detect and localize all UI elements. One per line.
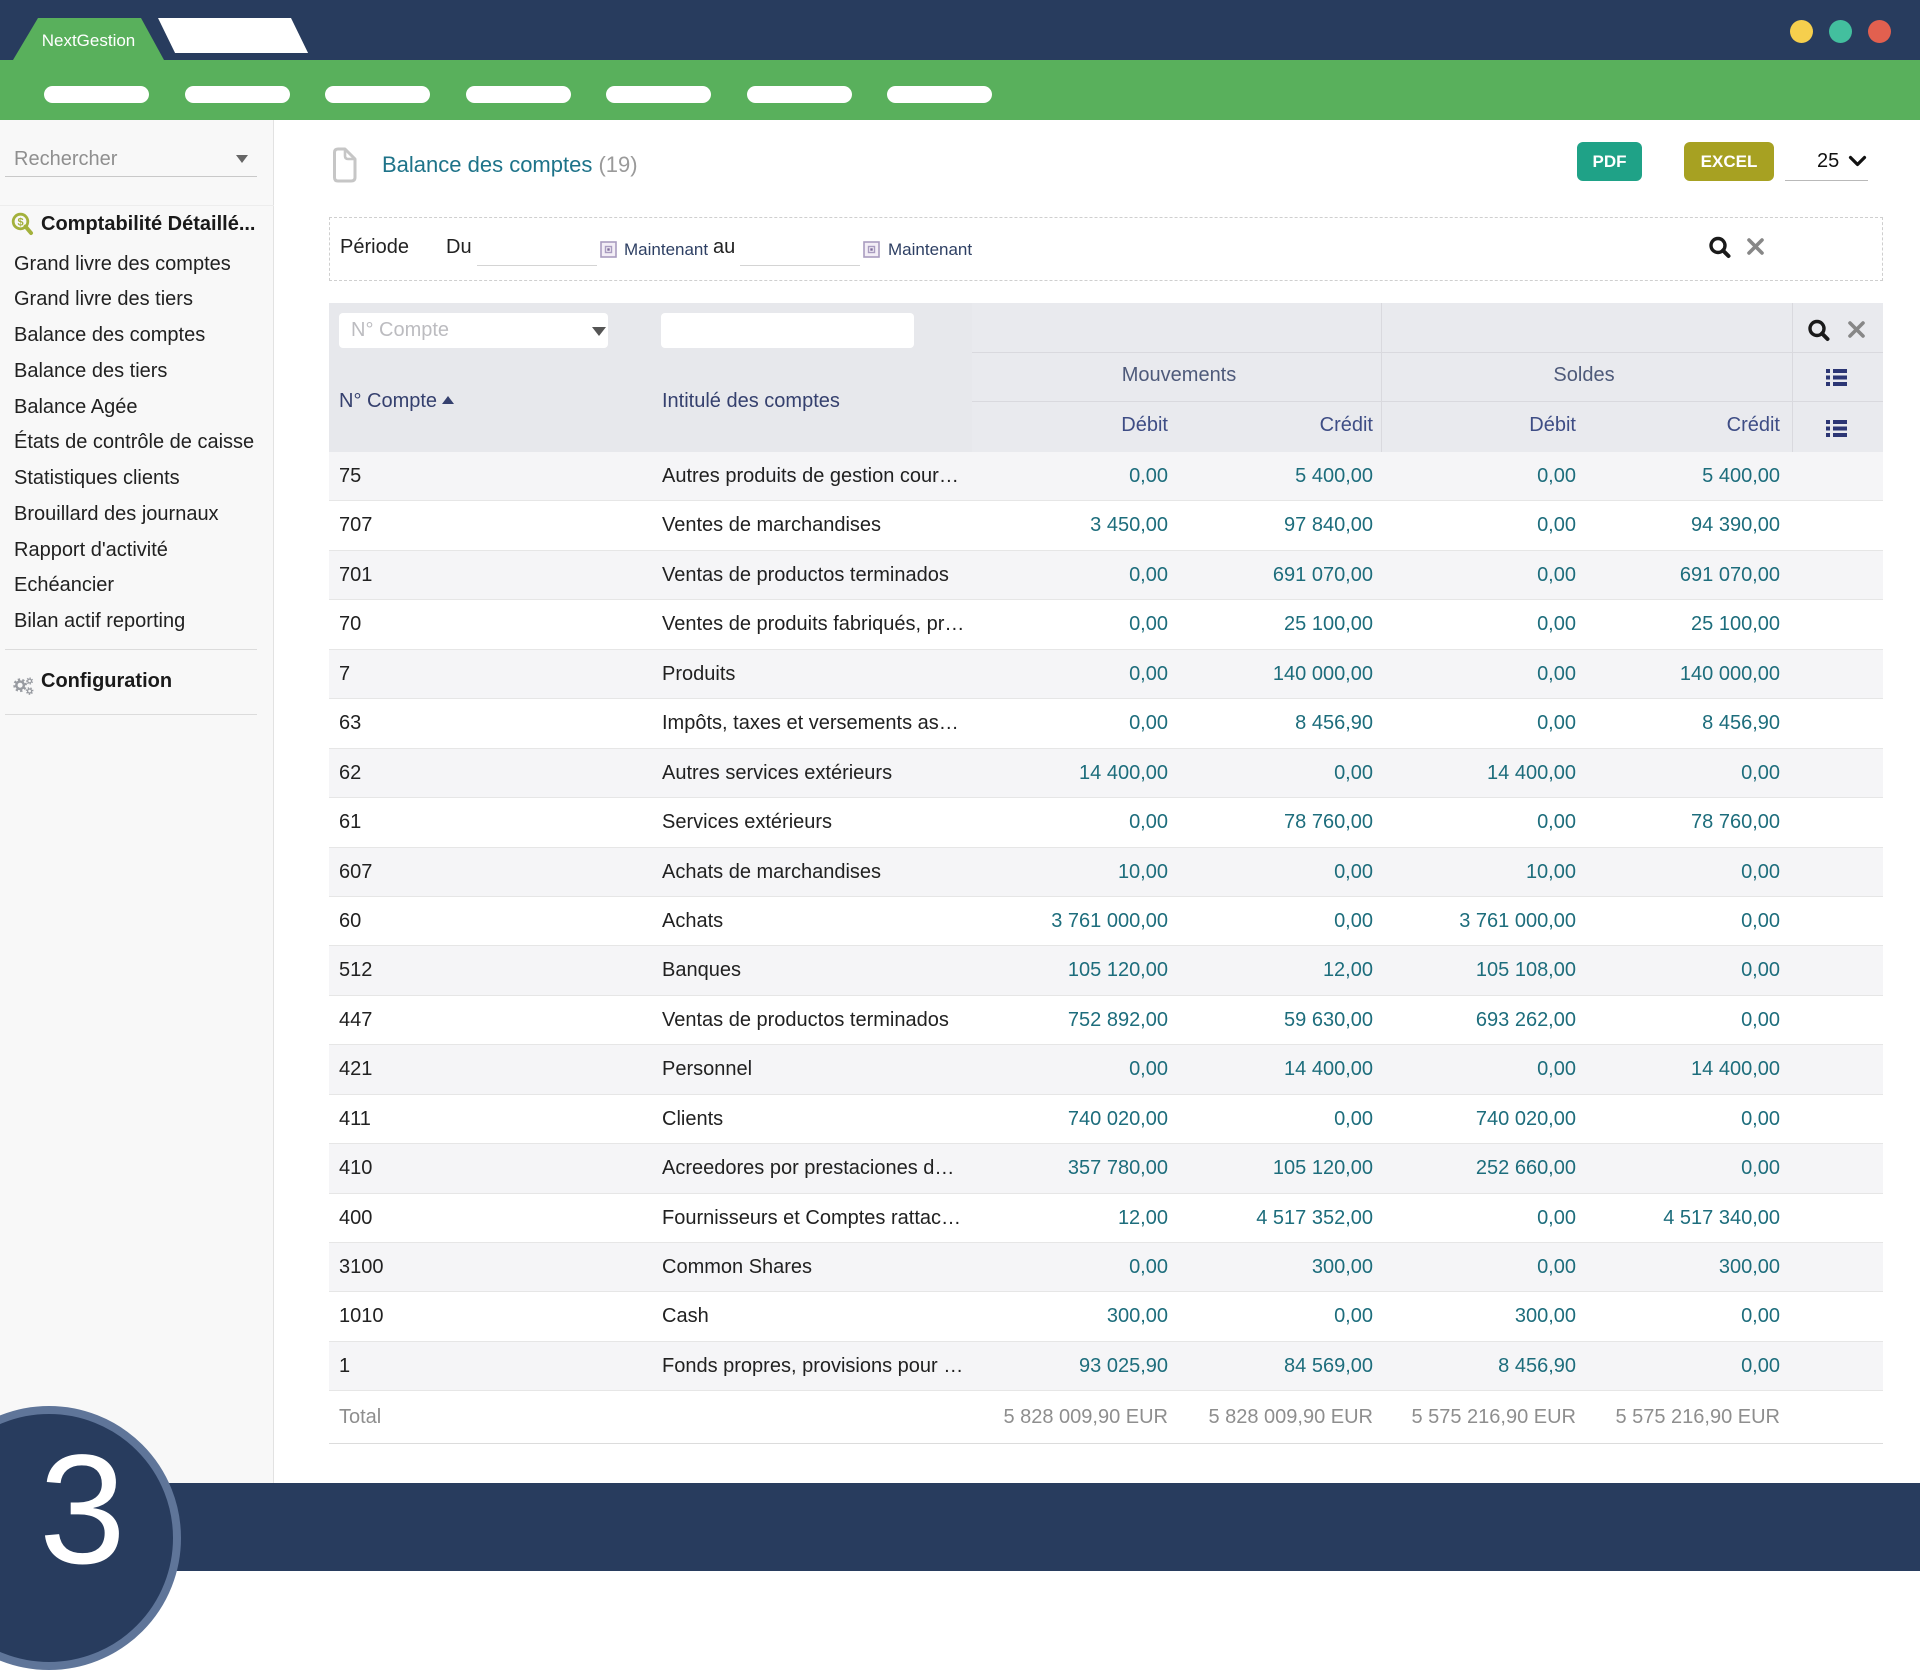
svg-text:$: $ xyxy=(17,217,23,229)
